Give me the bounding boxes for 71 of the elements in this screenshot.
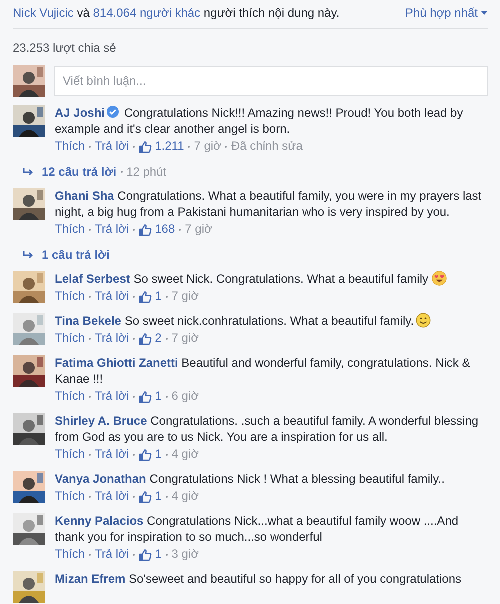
thumbs-up-icon — [139, 390, 152, 402]
thumbs-up-icon — [139, 140, 152, 152]
comment-text: Tina Bekele So sweet nick.conhratulations. What a beautiful family. — [55, 313, 488, 329]
others-link[interactable]: 814.064 người khác — [93, 6, 201, 20]
like-link[interactable]: Thích — [55, 388, 86, 405]
comment-text: Fatima Ghiotti Zanetti Beautiful and wonderful family, congratulations. Nick & Kanae !!! — [55, 355, 472, 387]
reply-arrow-icon — [23, 251, 34, 259]
edited-label[interactable]: Đã chỉnh sửa — [231, 138, 303, 155]
comment-time: 6 giờ — [172, 388, 200, 405]
reply-link[interactable]: Trả lời — [95, 546, 130, 563]
share-count[interactable]: 23.253 lượt chia sẻ — [13, 40, 488, 56]
comment-text: Ghani Sha Congratulations. What a beautiful family, you were in my prayers last night, a big hug from a Pakistani humanitarian who is very inspired by you. — [55, 188, 483, 220]
comment-time: 7 giờ — [172, 288, 200, 305]
like-link[interactable]: Thích — [55, 546, 86, 563]
reply-link[interactable]: Trả lời — [95, 388, 130, 405]
like-count[interactable]: 1.211 — [155, 138, 184, 155]
reply-time: 12 phút — [126, 164, 167, 180]
thumbs-up-icon — [139, 224, 152, 236]
thumbs-up-icon — [139, 548, 152, 560]
comment-text: AJ Joshi Congratulations Nick!!! Amazing news!! Proud! You both lead by example and it's clear another angel is born. — [55, 105, 464, 137]
comment-input[interactable]: Viết bình luận... — [54, 66, 488, 96]
like-count[interactable]: 1 — [155, 446, 162, 463]
comment-time: 4 giờ — [172, 446, 200, 463]
commenter-name[interactable]: Lelaf Serbest — [55, 272, 130, 286]
commenter-name[interactable]: Fatima Ghiotti Zanetti — [55, 356, 178, 370]
like-link[interactable]: Thích — [55, 488, 86, 505]
commenter-name[interactable]: Shirley A. Bruce — [55, 414, 148, 428]
thumbs-up-icon — [139, 448, 152, 460]
comment-text: Lelaf Serbest So sweet Nick. Congratulations. What a beautiful family — [55, 271, 488, 287]
reply-link[interactable]: Trả lời — [95, 138, 130, 155]
like-count[interactable]: 168 — [155, 221, 176, 238]
commenter-name[interactable]: Kenny Palacios — [55, 514, 144, 528]
commenter-name[interactable]: Ghani Sha — [55, 189, 114, 203]
comment-time: 7 giờ — [194, 138, 222, 155]
reply-link[interactable]: Trả lời — [95, 288, 130, 305]
like-count[interactable]: 1 — [155, 546, 162, 563]
replies-link[interactable]: 1 câu trả lời — [42, 247, 110, 263]
likes-summary: Nick Vujicic và 814.064 người khác người thích nội dung này. — [13, 5, 340, 21]
comment-text: Vanya Jonathan Congratulations Nick ! What a blessing beautiful family.. — [55, 471, 446, 487]
sort-dropdown[interactable]: Phù hợp nhất — [405, 5, 488, 21]
like-count[interactable]: 1 — [155, 288, 162, 305]
comment-time: 4 giờ — [172, 488, 200, 505]
like-link[interactable]: Thích — [55, 288, 86, 305]
reply-link[interactable]: Trả lời — [95, 488, 130, 505]
like-count[interactable]: 2 — [155, 330, 162, 347]
comment-text: Kenny Palacios Congratulations Nick...what a beautiful family woow ....And thank you for inspiration to so much...so wonderful — [55, 513, 460, 545]
like-link[interactable]: Thích — [55, 330, 86, 347]
comment-text: Mizan Efrem So'seweet and beautiful so happy for all of you congratulations — [55, 571, 463, 587]
thumbs-up-icon — [139, 332, 152, 344]
comment-time: 7 giờ — [172, 330, 200, 347]
liker-name-link[interactable]: Nick Vujicic — [13, 6, 74, 20]
commenter-name[interactable]: Tina Bekele — [55, 314, 122, 328]
like-link[interactable]: Thích — [55, 138, 86, 155]
like-link[interactable]: Thích — [55, 446, 86, 463]
like-count[interactable]: 1 — [155, 388, 162, 405]
commenter-name[interactable]: AJ Joshi — [55, 106, 106, 120]
thumbs-up-icon — [139, 490, 152, 502]
like-count[interactable]: 1 — [155, 488, 162, 505]
reply-link[interactable]: Trả lời — [95, 221, 130, 238]
comment-time: 3 giờ — [172, 546, 200, 563]
replies-link[interactable]: 12 câu trả lời — [42, 164, 117, 180]
comment-time: 7 giờ — [185, 221, 212, 238]
caret-icon — [481, 11, 488, 15]
like-link[interactable]: Thích — [55, 221, 86, 238]
reply-arrow-icon — [23, 168, 34, 176]
comment-text: Shirley A. Bruce Congratulations. .such a beautiful family. A wonderful blessing from God as you are to us Nick. You are a inspiration for us all. — [55, 413, 480, 445]
thumbs-up-icon — [139, 290, 152, 302]
commenter-name[interactable]: Vanya Jonathan — [55, 472, 146, 486]
reply-link[interactable]: Trả lời — [95, 446, 130, 463]
commenter-name[interactable]: Mizan Efrem — [55, 572, 126, 586]
reply-link[interactable]: Trả lời — [95, 330, 130, 347]
